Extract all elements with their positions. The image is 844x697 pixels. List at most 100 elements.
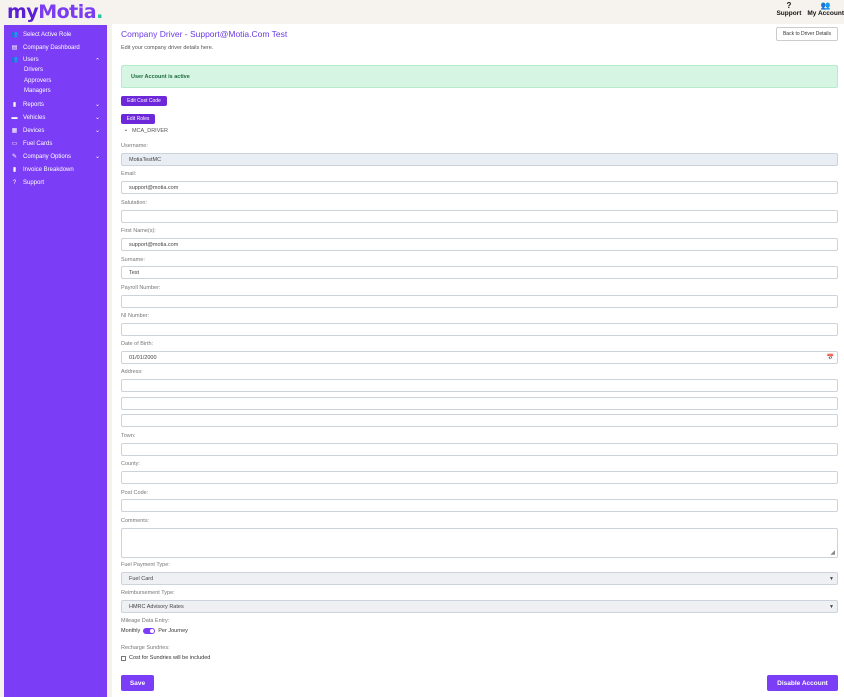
- support-link[interactable]: ? Support: [776, 2, 801, 18]
- chevron-up-icon: ⌄: [94, 56, 100, 62]
- users-icon: 👥: [10, 57, 19, 63]
- address-line-2-field[interactable]: [121, 397, 838, 410]
- bullet: •: [125, 128, 127, 134]
- mymotia-logo[interactable]: myMotia.: [7, 1, 103, 23]
- logo-motia: Motia: [38, 1, 97, 23]
- sidebar-item-support[interactable]: ? Support: [4, 176, 107, 189]
- resize-handle-icon[interactable]: ◢: [830, 549, 835, 556]
- back-to-driver-details-button[interactable]: Back to Driver Details: [776, 27, 838, 41]
- dashboard-icon: ▤: [11, 45, 18, 51]
- sidebar-item-label: Reports: [23, 101, 45, 108]
- sidebar-item-vehicles[interactable]: ▬ Vehicles ⌄: [4, 111, 107, 124]
- payroll-number-label: Payroll Number:: [121, 285, 161, 291]
- salutation-field[interactable]: [121, 210, 838, 223]
- sidebar-item-label: Fuel Cards: [23, 140, 53, 147]
- username-field: MotiaTestMC: [121, 153, 838, 166]
- recharge-sundries-checkbox-label: Cost for Sundries will be included: [129, 655, 211, 661]
- sidebar: 👥 Select Active Role ▤ Company Dashboard…: [4, 25, 107, 697]
- recharge-sundries-checkbox[interactable]: [121, 655, 126, 661]
- reimbursement-type-label: Reimbursement Type:: [121, 590, 175, 596]
- question-icon: ?: [12, 179, 17, 186]
- address-line-3-field[interactable]: [121, 414, 838, 427]
- edit-roles-button[interactable]: Edit Roles: [121, 114, 155, 124]
- post-code-label: Post Code:: [121, 490, 149, 496]
- town-field[interactable]: [121, 443, 838, 456]
- my-account-link[interactable]: 👥 My Account: [807, 2, 844, 18]
- sidebar-item-company-options[interactable]: ✎ Company Options ⌄: [4, 150, 107, 163]
- status-alert: User Account is active: [121, 65, 838, 88]
- surname-label: Surname:: [121, 257, 145, 263]
- question-icon: ?: [786, 1, 792, 10]
- page-subtitle: Edit your company driver details here.: [121, 45, 214, 51]
- sidebar-item-invoice-breakdown[interactable]: ▮ Invoice Breakdown: [4, 163, 107, 176]
- fuel-payment-type-value: Fuel Card: [129, 576, 154, 582]
- sidebar-item-select-active-role[interactable]: 👥 Select Active Role: [4, 28, 107, 41]
- sidebar-item-fuel-cards[interactable]: ▭ Fuel Cards: [4, 137, 107, 150]
- sidebar-item-label: Invoice Breakdown: [23, 166, 74, 173]
- email-field[interactable]: support@motia.com: [121, 181, 838, 194]
- dob-value: 01/01/2000: [129, 355, 157, 361]
- top-bar: myMotia. ? Support 👥 My Account: [0, 0, 844, 24]
- ni-number-field[interactable]: [121, 323, 838, 336]
- mileage-entry-toggle-row: Monthly Per Journey: [121, 628, 188, 634]
- support-label: Support: [776, 10, 802, 17]
- sidebar-subitem-drivers[interactable]: Drivers: [24, 67, 43, 73]
- payroll-number-field[interactable]: [121, 295, 838, 308]
- sidebar-item-label: Company Dashboard: [23, 44, 80, 51]
- comments-textarea[interactable]: ◢: [121, 528, 838, 558]
- sidebar-item-label: Vehicles: [23, 114, 46, 121]
- save-button[interactable]: Save: [121, 675, 154, 691]
- first-names-field[interactable]: support@motia.com: [121, 238, 838, 251]
- card-icon: ▭: [11, 141, 18, 147]
- sidebar-item-label: Select Active Role: [23, 31, 72, 38]
- chevron-down-icon: ⌄: [94, 115, 100, 121]
- mileage-data-entry-label: Mileage Data Entry:: [121, 618, 170, 624]
- comments-label: Comments:: [121, 518, 150, 524]
- county-label: County:: [121, 461, 140, 467]
- county-field[interactable]: [121, 471, 838, 484]
- my-account-label: My Account: [807, 10, 844, 17]
- edit-cost-code-button[interactable]: Edit Cost Code: [121, 96, 167, 106]
- invoice-icon: ▮: [12, 167, 17, 173]
- sidebar-item-users[interactable]: 👥 Users ⌄: [4, 53, 107, 66]
- recharge-sundries-row: Cost for Sundries will be included: [121, 655, 210, 661]
- first-names-label: First Name(s):: [121, 228, 156, 234]
- account-icon: 👥: [820, 1, 831, 10]
- salutation-label: Salutation:: [121, 200, 147, 206]
- sidebar-item-devices[interactable]: ▦ Devices ⌄: [4, 124, 107, 137]
- logo-my: my: [7, 1, 39, 23]
- truck-icon: ▬: [11, 114, 18, 121]
- wrench-icon: ✎: [11, 154, 18, 160]
- role-label: MCA_DRIVER: [131, 128, 168, 134]
- sidebar-item-label: Support: [23, 179, 45, 186]
- calendar-icon[interactable]: 📅: [827, 354, 834, 361]
- fuel-payment-type-label: Fuel Payment Type:: [121, 562, 170, 568]
- sidebar-subitem-managers[interactable]: Managers: [24, 88, 51, 94]
- main-panel: Company Driver - Support@Motia.Com Test …: [112, 24, 844, 697]
- cart-icon: ▦: [11, 128, 18, 134]
- dob-field[interactable]: 01/01/2000 📅: [121, 351, 838, 364]
- toggle-label-per-journey: Per Journey: [158, 628, 188, 634]
- chevron-down-icon: ⌄: [94, 102, 100, 108]
- address-line-1-field[interactable]: [121, 379, 838, 392]
- toggle-knob: [150, 629, 155, 633]
- recharge-sundries-label: Recharge Sundries:: [121, 645, 170, 651]
- disable-account-button[interactable]: Disable Account: [767, 675, 838, 691]
- surname-field[interactable]: Test: [121, 266, 838, 279]
- mileage-entry-toggle[interactable]: [143, 628, 156, 634]
- chevron-down-icon: ▼: [829, 604, 834, 610]
- chevron-down-icon: ▼: [829, 576, 834, 582]
- post-code-field[interactable]: [121, 499, 838, 512]
- role-list-item: • MCA_DRIVER: [125, 128, 168, 134]
- fuel-payment-type-select[interactable]: Fuel Card ▼: [121, 572, 838, 585]
- sidebar-item-reports[interactable]: ▮ Reports ⌄: [4, 98, 107, 111]
- sidebar-item-label: Devices: [23, 127, 45, 134]
- reimbursement-type-select[interactable]: HMRC Advisory Rates ▼: [121, 600, 838, 613]
- toggle-label-monthly: Monthly: [121, 628, 141, 634]
- sidebar-subitem-approvers[interactable]: Approvers: [24, 78, 51, 84]
- dob-label: Date of Birth:: [121, 341, 154, 347]
- report-icon: ▮: [12, 102, 17, 108]
- chevron-down-icon: ⌄: [94, 154, 100, 160]
- ni-number-label: NI Number:: [121, 313, 150, 319]
- chevron-down-icon: ⌄: [94, 128, 100, 134]
